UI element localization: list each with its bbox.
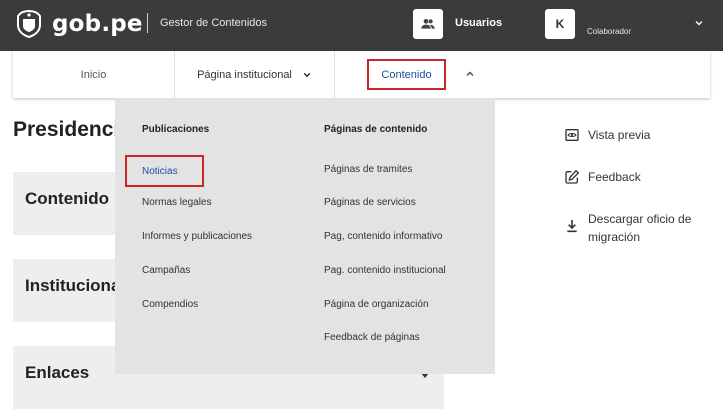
chevron-down-icon[interactable] xyxy=(693,17,705,29)
preview-link[interactable]: Vista previa xyxy=(564,126,650,144)
main-nav: Inicio Página institucional Contenido xyxy=(13,51,710,98)
edit-icon xyxy=(565,169,580,184)
feedback-label: Feedback xyxy=(588,170,641,184)
menu-item-noticias[interactable]: Noticias xyxy=(125,155,204,187)
nav-item-pagina-institucional[interactable]: Página institucional xyxy=(174,51,335,98)
user-role: Colaborador xyxy=(587,27,632,36)
menu-item-compendios[interactable]: Compendios xyxy=(142,299,198,310)
chevron-down-icon xyxy=(303,72,311,77)
brand-name: gob.pe xyxy=(52,11,143,37)
chevron-up-icon[interactable] xyxy=(464,68,476,80)
publicaciones-heading: Publicaciones xyxy=(142,124,210,135)
coat-of-arms-icon xyxy=(17,9,41,39)
menu-item-label: Noticias xyxy=(142,166,178,177)
users-label[interactable]: Usuarios xyxy=(455,17,502,29)
users-button[interactable] xyxy=(413,9,443,39)
menu-item-contenido-informativo[interactable]: Pag, contenido informativo xyxy=(324,231,442,242)
app-subtitle: Gestor de Contenidos xyxy=(160,17,268,29)
accordion-label: Contenido xyxy=(25,189,110,208)
menu-item-pagina-organizacion[interactable]: Página de organización xyxy=(324,299,429,310)
nav-item-contenido[interactable]: Contenido xyxy=(367,59,446,90)
nav-item-label: Página institucional xyxy=(197,68,292,81)
accordion-label: Enlaces xyxy=(25,363,90,382)
page-title: Presidencia xyxy=(13,118,131,141)
download-label: Descargar oficio de migración xyxy=(588,212,692,244)
avatar[interactable]: K xyxy=(545,9,575,39)
nav-item-label: Inicio xyxy=(80,68,107,81)
menu-item-paginas-tramites[interactable]: Páginas de tramites xyxy=(324,164,412,175)
accordion-label: Institucional xyxy=(25,276,126,295)
top-bar: gob.pe Gestor de Contenidos Usuarios K C… xyxy=(0,0,723,51)
menu-item-campanas[interactable]: Campañas xyxy=(142,265,190,276)
nav-item-label: Contenido xyxy=(381,68,432,81)
eye-icon xyxy=(565,129,579,141)
header-divider xyxy=(147,13,148,33)
download-icon xyxy=(567,220,577,233)
menu-item-feedback-paginas[interactable]: Feedback de páginas xyxy=(324,332,420,343)
feedback-link[interactable]: Feedback xyxy=(564,168,641,186)
preview-label: Vista previa xyxy=(588,128,651,142)
paginas-contenido-heading: Páginas de contenido xyxy=(324,124,428,135)
nav-item-inicio[interactable]: Inicio xyxy=(13,51,174,98)
contenido-dropdown: Publicaciones Páginas de contenido Notic… xyxy=(115,98,495,374)
download-link[interactable]: Descargar oficio de migración xyxy=(564,210,714,246)
logo[interactable]: gob.pe xyxy=(14,9,143,39)
menu-item-normas-legales[interactable]: Normas legales xyxy=(142,197,211,208)
menu-item-contenido-institucional[interactable]: Pag. contenido institucional xyxy=(324,265,446,276)
menu-item-informes-publicaciones[interactable]: Informes y publicaciones xyxy=(142,231,252,242)
menu-item-paginas-servicios[interactable]: Páginas de servicios xyxy=(324,197,416,208)
users-icon xyxy=(421,19,435,29)
